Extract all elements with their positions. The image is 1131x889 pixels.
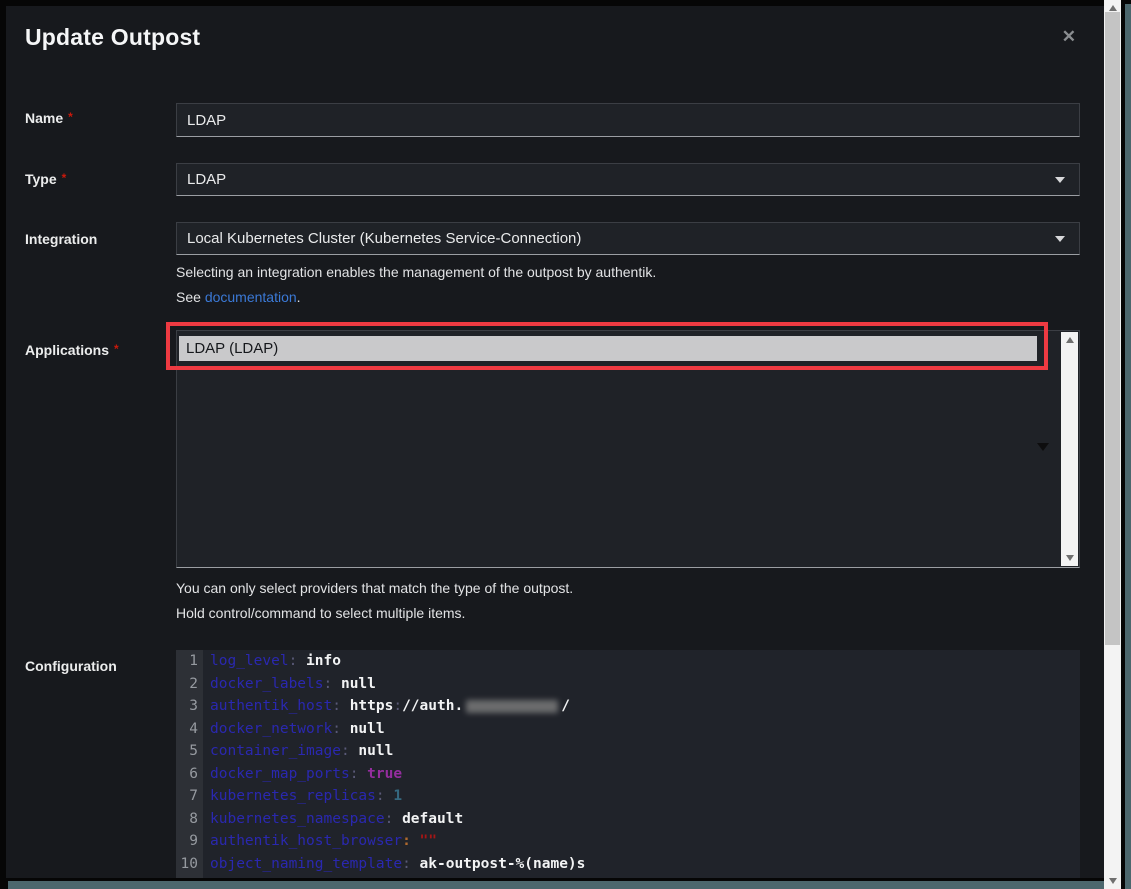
scroll-down-icon[interactable] (1066, 555, 1074, 561)
close-icon[interactable]: ✕ (1062, 28, 1076, 45)
code-line: 2docker_labels: null (176, 673, 1080, 696)
integration-label: Integration (25, 231, 165, 247)
integration-select-value: Local Kubernetes Cluster (Kubernetes Ser… (187, 230, 581, 247)
chevron-down-icon (1055, 236, 1065, 242)
applications-scrollbar[interactable] (1061, 332, 1078, 566)
type-select[interactable]: LDAP (176, 163, 1080, 196)
chevron-down-icon (1037, 443, 1049, 451)
line-number: 7 (176, 785, 203, 808)
line-number: 9 (176, 830, 203, 853)
line-number: 5 (176, 740, 203, 763)
code-line: 4docker_network: null (176, 718, 1080, 741)
applications-help-text-1: You can only select providers that match… (176, 580, 1080, 596)
applications-label: Applications* (25, 342, 165, 358)
name-label: Name* (25, 110, 165, 126)
line-number: 3 (176, 695, 203, 718)
required-marker: * (68, 110, 73, 124)
name-input[interactable]: LDAP (176, 103, 1080, 137)
redacted-text (466, 700, 558, 713)
documentation-link[interactable]: documentation (205, 289, 297, 305)
configuration-label: Configuration (25, 658, 165, 674)
line-number: 4 (176, 718, 203, 741)
line-number: 10 (176, 853, 203, 876)
code-line: 6docker_map_ports: true (176, 763, 1080, 786)
page-background-edge-right (1125, 4, 1131, 889)
modal-title: Update Outpost (25, 24, 200, 51)
annotation-red-box (166, 322, 1048, 370)
scroll-down-icon[interactable] (1109, 878, 1117, 884)
line-number: 6 (176, 763, 203, 786)
code-line: 10object_naming_template: ak-outpost-%(n… (176, 853, 1080, 876)
integration-help-text: Selecting an integration enables the man… (176, 264, 1080, 280)
code-line: 9authentik_host_browser: "" (176, 830, 1080, 853)
scroll-up-icon[interactable] (1109, 5, 1117, 11)
integration-select[interactable]: Local Kubernetes Cluster (Kubernetes Ser… (176, 222, 1080, 255)
scrollbar-thumb[interactable] (1105, 12, 1120, 645)
configuration-code-editor[interactable]: 1log_level: info2docker_labels: null3aut… (176, 650, 1080, 878)
update-outpost-modal: Update Outpost ✕ Name* LDAP Type* LDAP I… (6, 6, 1104, 878)
line-number: 1 (176, 650, 203, 673)
configuration-code: 1log_level: info2docker_labels: null3aut… (176, 650, 1080, 875)
page-background-edge-bottom (8, 881, 1104, 889)
required-marker: * (114, 342, 119, 356)
screenshot-frame: Update Outpost ✕ Name* LDAP Type* LDAP I… (0, 0, 1131, 889)
type-select-value: LDAP (187, 171, 226, 188)
scroll-up-icon[interactable] (1066, 337, 1074, 343)
code-line: 8kubernetes_namespace: default (176, 808, 1080, 831)
code-line: 5container_image: null (176, 740, 1080, 763)
chevron-down-icon (1055, 177, 1065, 183)
code-line: 3authentik_host: https://auth./ (176, 695, 1080, 718)
applications-help-text-2: Hold control/command to select multiple … (176, 605, 1080, 621)
required-marker: * (62, 171, 67, 185)
code-line: 1log_level: info (176, 650, 1080, 673)
documentation-help-line: See documentation. (176, 289, 1080, 305)
name-input-value: LDAP (187, 112, 226, 129)
window-scrollbar[interactable] (1104, 0, 1121, 889)
type-label: Type* (25, 171, 165, 187)
line-number: 2 (176, 673, 203, 696)
line-number: 8 (176, 808, 203, 831)
code-line: 7kubernetes_replicas: 1 (176, 785, 1080, 808)
